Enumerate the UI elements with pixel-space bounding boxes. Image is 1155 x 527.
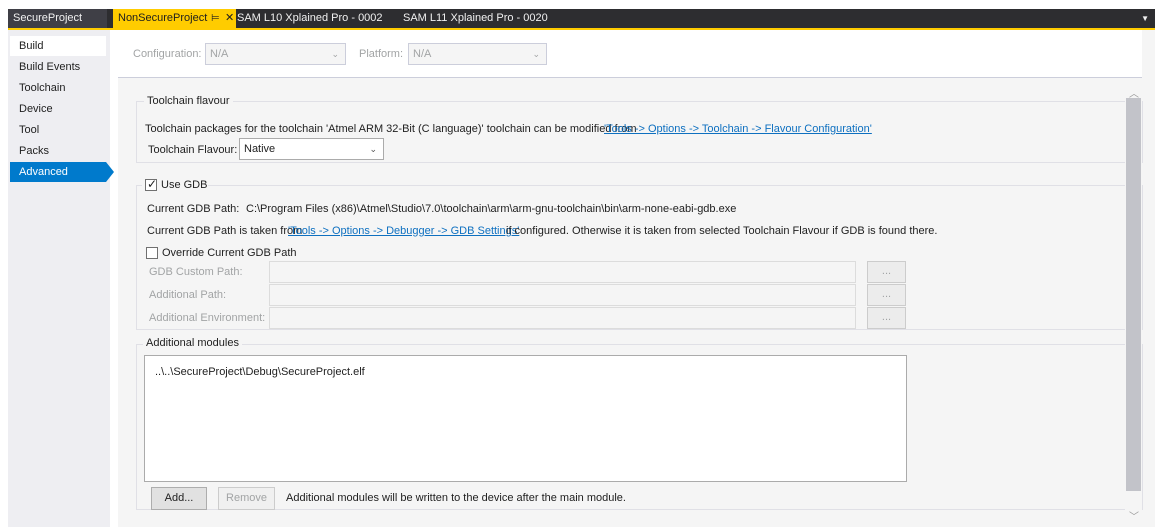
sidebar-item-advanced[interactable]: Advanced	[10, 162, 114, 182]
use-gdb-checkbox[interactable]: ✓	[145, 177, 158, 191]
list-item[interactable]: ..\..\SecureProject\Debug\SecureProject.…	[155, 366, 365, 378]
tab-label: SecureProject	[13, 12, 83, 24]
sidebar-item-label: Advanced	[19, 166, 68, 178]
toolchain-flavour-title: Toolchain flavour	[144, 95, 233, 107]
gdb-custom-path-browse-button[interactable]: ...	[867, 261, 906, 283]
pin-icon[interactable]: ⊨	[211, 9, 220, 28]
additional-path-label: Additional Path:	[149, 289, 227, 301]
sidebar-item-tool[interactable]: Tool	[10, 120, 106, 140]
configuration-value: N/A	[210, 48, 229, 60]
modules-note: Additional modules will be written to th…	[286, 492, 626, 504]
toolchain-flavour-select[interactable]: Native ⌄	[239, 138, 384, 160]
additional-environment-browse-button[interactable]: ...	[867, 307, 906, 329]
gdb-custom-path-label: GDB Custom Path:	[149, 266, 243, 278]
platform-value: N/A	[413, 48, 432, 60]
sidebar-item-label: Packs	[19, 145, 49, 157]
configuration-label: Configuration:	[133, 48, 202, 60]
modules-list[interactable]: ..\..\SecureProject\Debug\SecureProject.…	[144, 355, 907, 482]
override-gdb-checkbox[interactable]	[146, 247, 158, 259]
remove-label: Remove	[226, 492, 267, 504]
sidebar-item-toolchain[interactable]: Toolchain	[10, 78, 106, 98]
browse-label: ...	[881, 288, 892, 300]
sidebar-item-label: Tool	[19, 124, 40, 136]
toolchain-description: Toolchain packages for the toolchain 'At…	[145, 123, 637, 135]
platform-label: Platform:	[359, 48, 404, 60]
additional-environment-field[interactable]	[269, 307, 856, 329]
scroll-down-icon[interactable]: ﹀	[1129, 508, 1139, 523]
additional-modules-title: Additional modules	[143, 337, 242, 349]
toolchain-flavour-label: Toolchain Flavour:	[148, 144, 238, 156]
tab-sam-l11[interactable]: SAM L11 Xplained Pro - 0020	[398, 9, 562, 28]
tab-label: NonSecureProject	[118, 12, 208, 24]
configuration-select[interactable]: N/A ⌄	[205, 43, 346, 65]
add-module-button[interactable]: Add...	[151, 487, 207, 510]
gdb-settings-link[interactable]: 'Tools -> Options -> Debugger -> GDB Set…	[288, 225, 519, 237]
browse-label: ...	[881, 311, 892, 323]
remove-module-button[interactable]: Remove	[218, 487, 275, 510]
sidebar-item-label: Toolchain	[19, 82, 66, 94]
checkmark-icon: ✓	[147, 177, 158, 191]
tab-nonsecure-project[interactable]: NonSecureProject ⊨ ✕	[113, 9, 236, 28]
current-gdb-path-label: Current GDB Path:	[147, 203, 240, 215]
tab-label: SAM L10 Xplained Pro - 0002	[237, 12, 383, 24]
sidebar-item-build-events[interactable]: Build Events	[10, 57, 106, 77]
browse-label: ...	[881, 265, 892, 277]
add-label: Add...	[164, 492, 194, 504]
chevron-down-icon: ⌄	[331, 49, 339, 59]
scrollbar-thumb[interactable]	[1126, 98, 1141, 491]
sidebar-item-label: Build	[19, 40, 44, 52]
gdb-custom-path-field[interactable]	[269, 261, 856, 283]
sidebar-item-label: Build Events	[19, 61, 81, 73]
selected-arrow-icon	[106, 162, 114, 182]
tab-label: SAM L11 Xplained Pro - 0020	[403, 12, 548, 24]
flavour-configuration-link[interactable]: 'Tools -> Options -> Toolchain -> Flavou…	[604, 123, 872, 135]
sidebar-item-device[interactable]: Device	[10, 99, 106, 119]
toolchain-flavour-value: Native	[244, 143, 276, 155]
chevron-down-icon: ⌄	[369, 144, 377, 154]
document-tab-bar: SecureProject NonSecureProject ⊨ ✕ SAM L…	[8, 9, 1155, 30]
gdb-note-prefix: Current GDB Path is taken from	[147, 225, 303, 237]
use-gdb-label: Use GDB	[161, 179, 208, 191]
additional-path-field[interactable]	[269, 284, 856, 306]
gdb-note-suffix: if configured. Otherwise it is taken fro…	[506, 225, 938, 237]
tab-sam-l10[interactable]: SAM L10 Xplained Pro - 0002	[232, 9, 396, 28]
sidebar-item-packs[interactable]: Packs	[10, 141, 106, 161]
tab-secure-project[interactable]: SecureProject	[8, 9, 107, 28]
vertical-scrollbar[interactable]: ︿ ﹀	[1125, 82, 1142, 527]
current-gdb-path-value: C:\Program Files (x86)\Atmel\Studio\7.0\…	[246, 203, 737, 215]
tab-overflow-dropdown-icon[interactable]: ▼	[1141, 14, 1149, 23]
platform-select[interactable]: N/A ⌄	[408, 43, 547, 65]
sidebar-item-build[interactable]: Build	[10, 36, 106, 56]
sidebar-item-label: Device	[19, 103, 53, 115]
override-gdb-label: Override Current GDB Path	[162, 247, 297, 259]
additional-path-browse-button[interactable]: ...	[867, 284, 906, 306]
additional-environment-label: Additional Environment:	[149, 312, 266, 324]
chevron-down-icon: ⌄	[532, 49, 540, 59]
